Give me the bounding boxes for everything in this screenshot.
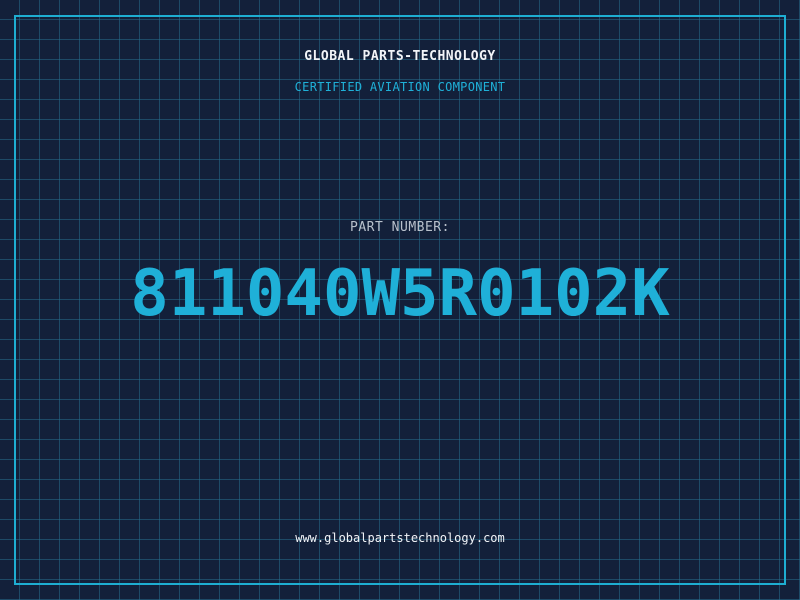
website-url: www.globalpartstechnology.com [295,531,505,545]
part-number-label: PART NUMBER: [350,220,450,235]
company-name: GLOBAL PARTS-TECHNOLOGY [304,49,496,64]
part-number-value: 811040W5R0102K [130,257,670,331]
certification-subtitle: CERTIFIED AVIATION COMPONENT [294,80,506,94]
grid-background: GLOBAL PARTS-TECHNOLOGY CERTIFIED AVIATI… [0,0,800,600]
